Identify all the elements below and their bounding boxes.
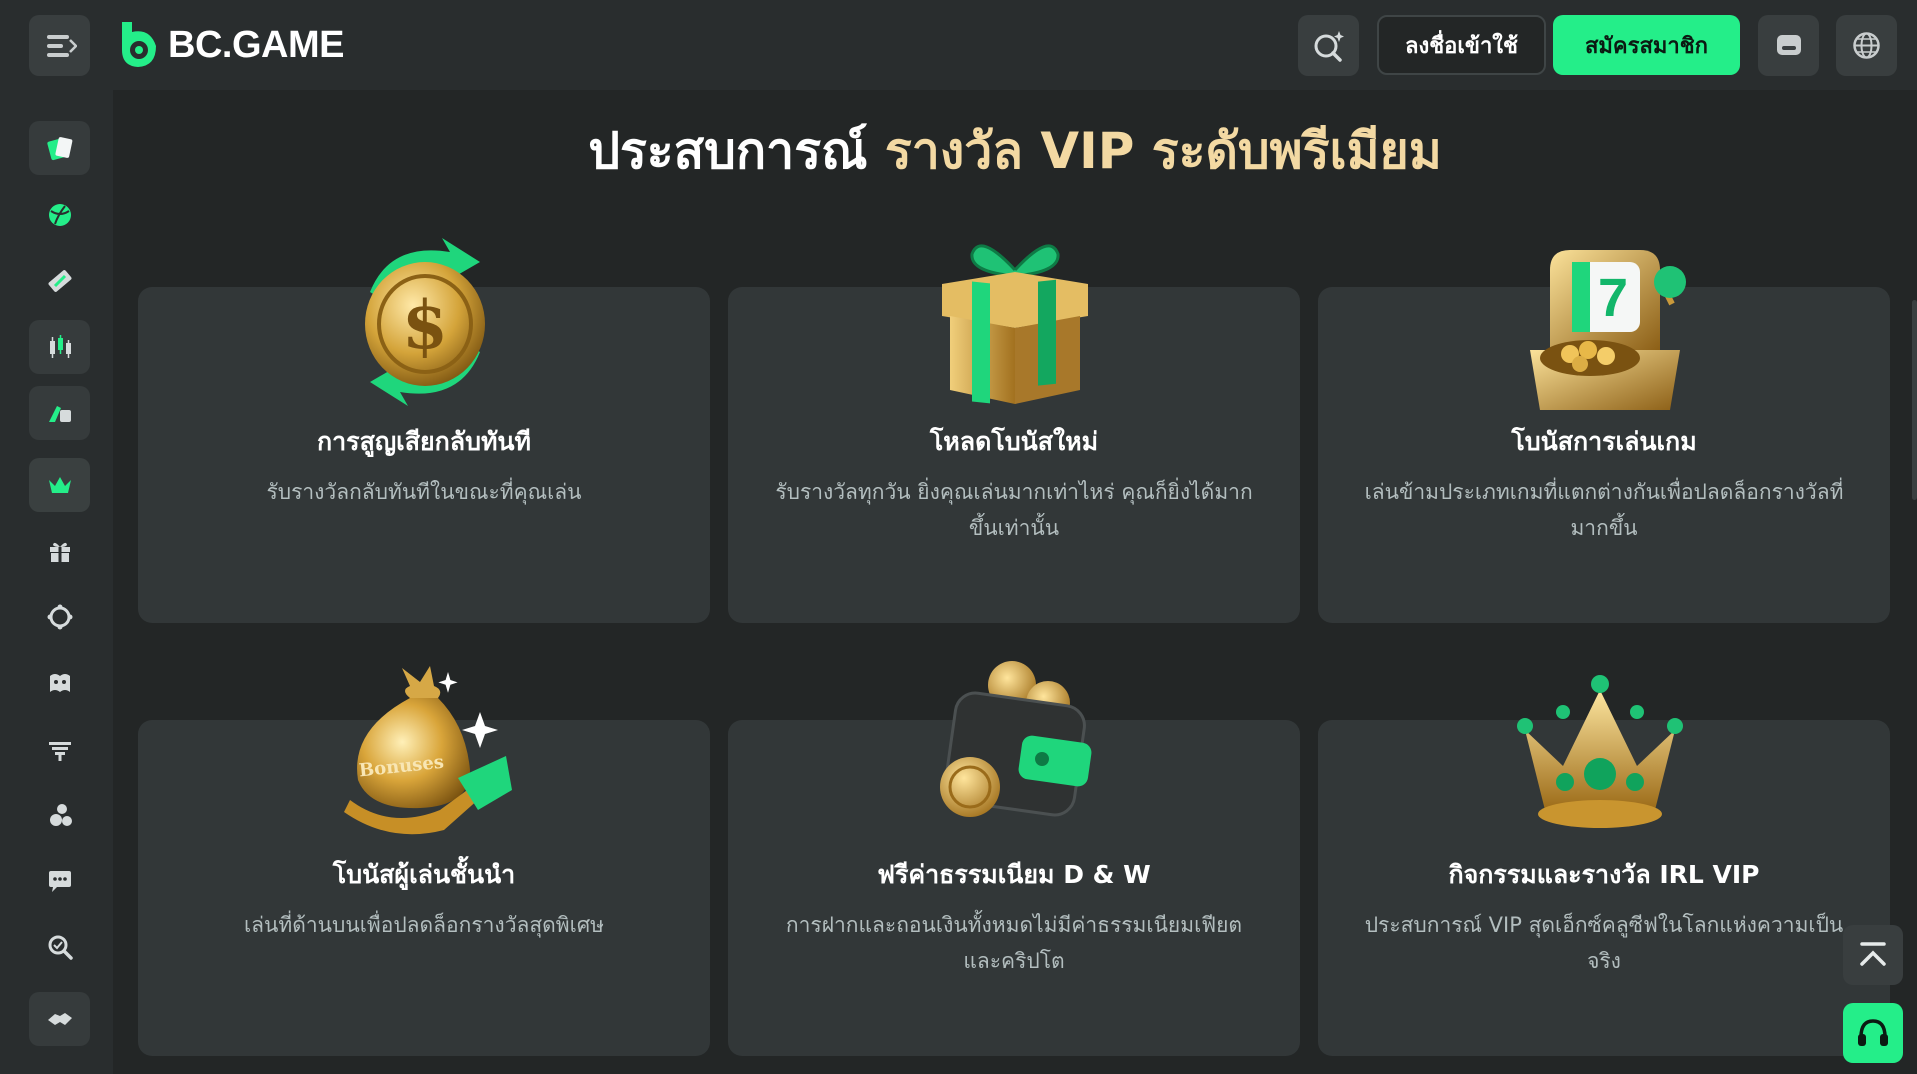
vip-crown-icon	[48, 477, 71, 493]
scrollbar[interactable]	[1912, 300, 1917, 500]
sidebar-item-sports[interactable]	[29, 188, 90, 242]
logo[interactable]: BC.GAME	[118, 20, 344, 70]
lottery-ticket-icon	[48, 270, 71, 292]
login-button[interactable]: ลงชื่อเข้าใช้	[1377, 15, 1546, 75]
card-description: รับรางวัลกลับทันทีในขณะที่คุณเล่น	[266, 480, 582, 504]
sidebar-item-casino[interactable]	[29, 121, 90, 175]
sidebar-item-forum[interactable]	[29, 854, 90, 908]
reload-gift-icon	[942, 244, 1088, 404]
top-bar: BC.GAME ลงชื่อเข้าใช้ สมัครสมาชิก	[0, 0, 1917, 90]
svg-text:7: 7	[1598, 268, 1628, 328]
affiliate-gear-icon	[47, 604, 72, 630]
sidebar-item-vip[interactable]	[29, 458, 90, 512]
gift-icon	[49, 542, 70, 562]
sidebar-item-racing[interactable]	[29, 386, 90, 440]
globe-icon	[1853, 32, 1880, 59]
search-icon	[1314, 31, 1344, 62]
page-title-gold: รางวัล VIP ระดับพรีเมียม	[884, 122, 1442, 180]
bc-logo-icon	[122, 22, 156, 67]
sidebar-item-lottery[interactable]	[29, 254, 90, 308]
sidebar-item-promotions[interactable]	[29, 524, 90, 578]
card-description: เล่นที่ด้านบนเพื่อปลดล็อกรางวัลสุดพิเศษ	[243, 913, 604, 937]
card-title: โหลดโบนัสใหม่	[929, 427, 1099, 456]
logo-text: BC.GAME	[168, 23, 344, 66]
svg-text:$: $	[402, 286, 448, 364]
support-button[interactable]	[1843, 1003, 1903, 1063]
gold-crown-icon	[1517, 675, 1683, 828]
search-button[interactable]	[1298, 15, 1359, 76]
sidebar-item-provably-fair[interactable]	[29, 920, 90, 974]
card-description: ประสบการณ์ VIP สุดเอ็กซ์คลูซีฟในโลกแห่งค…	[1364, 913, 1844, 973]
card-title: ฟรีค่าธรรมเนียม D & W	[877, 860, 1151, 889]
sidebar-item-trading[interactable]	[29, 320, 90, 374]
card-title: กิจกรรมและรางวัล IRL VIP	[1448, 860, 1760, 889]
rakeback-coin-icon: $	[365, 238, 485, 406]
sponsorship-icon	[49, 804, 72, 826]
sidebar-item-partners[interactable]	[29, 992, 90, 1046]
slot-machine-icon: 7	[1530, 250, 1686, 410]
sports-ball-icon	[48, 204, 71, 226]
chat-button[interactable]	[1758, 15, 1819, 76]
bonus-bag-icon: Bonuses	[344, 666, 512, 835]
page-title: ประสบการณ์ รางวัล VIP ระดับพรีเมียม	[113, 118, 1917, 184]
card-title: การสูญเสียกลับทันที	[317, 427, 531, 456]
chat-icon	[1777, 35, 1801, 55]
partners-handshake-icon	[47, 1013, 72, 1025]
casino-cards-icon	[46, 137, 72, 161]
trading-candles-icon	[49, 335, 71, 358]
sidebar-item-more[interactable]	[29, 1058, 90, 1074]
scroll-top-button[interactable]	[1843, 925, 1903, 985]
sidebar-item-sponsorship[interactable]	[29, 788, 90, 842]
arrow-up-icon	[1860, 942, 1886, 966]
racing-icon	[48, 406, 71, 422]
card-description: การฝากและถอนเงินทั้งหมดไม่มีค่าธรรมเนียม…	[785, 913, 1243, 973]
sidebar-item-leaderboard[interactable]	[29, 722, 90, 776]
headset-icon	[1858, 1019, 1888, 1046]
wallet-coins-icon	[940, 661, 1092, 817]
language-button[interactable]	[1836, 15, 1897, 76]
leaderboard-icon	[48, 742, 71, 761]
quest-icon	[49, 674, 70, 692]
card-title: โบนัสผู้เล่นชั้นนำ	[332, 860, 516, 889]
chat-bubble-icon	[48, 871, 71, 892]
signup-button[interactable]: สมัครสมาชิก	[1553, 15, 1740, 75]
card-description: รับรางวัลทุกวัน ยิ่งคุณเล่นมากเท่าไหร่ ค…	[775, 480, 1253, 540]
card-description: เล่นข้ามประเภทเกมที่แตกต่างกันเพื่อปลดล็…	[1364, 480, 1844, 540]
provably-fair-icon	[48, 935, 73, 960]
sidebar-item-quest[interactable]	[29, 656, 90, 710]
sidebar-item-affiliate[interactable]	[29, 590, 90, 644]
menu-toggle-button[interactable]	[29, 15, 90, 76]
card-title: โบนัสการเล่นเกม	[1511, 427, 1697, 456]
page-title-white: ประสบการณ์	[588, 122, 868, 180]
